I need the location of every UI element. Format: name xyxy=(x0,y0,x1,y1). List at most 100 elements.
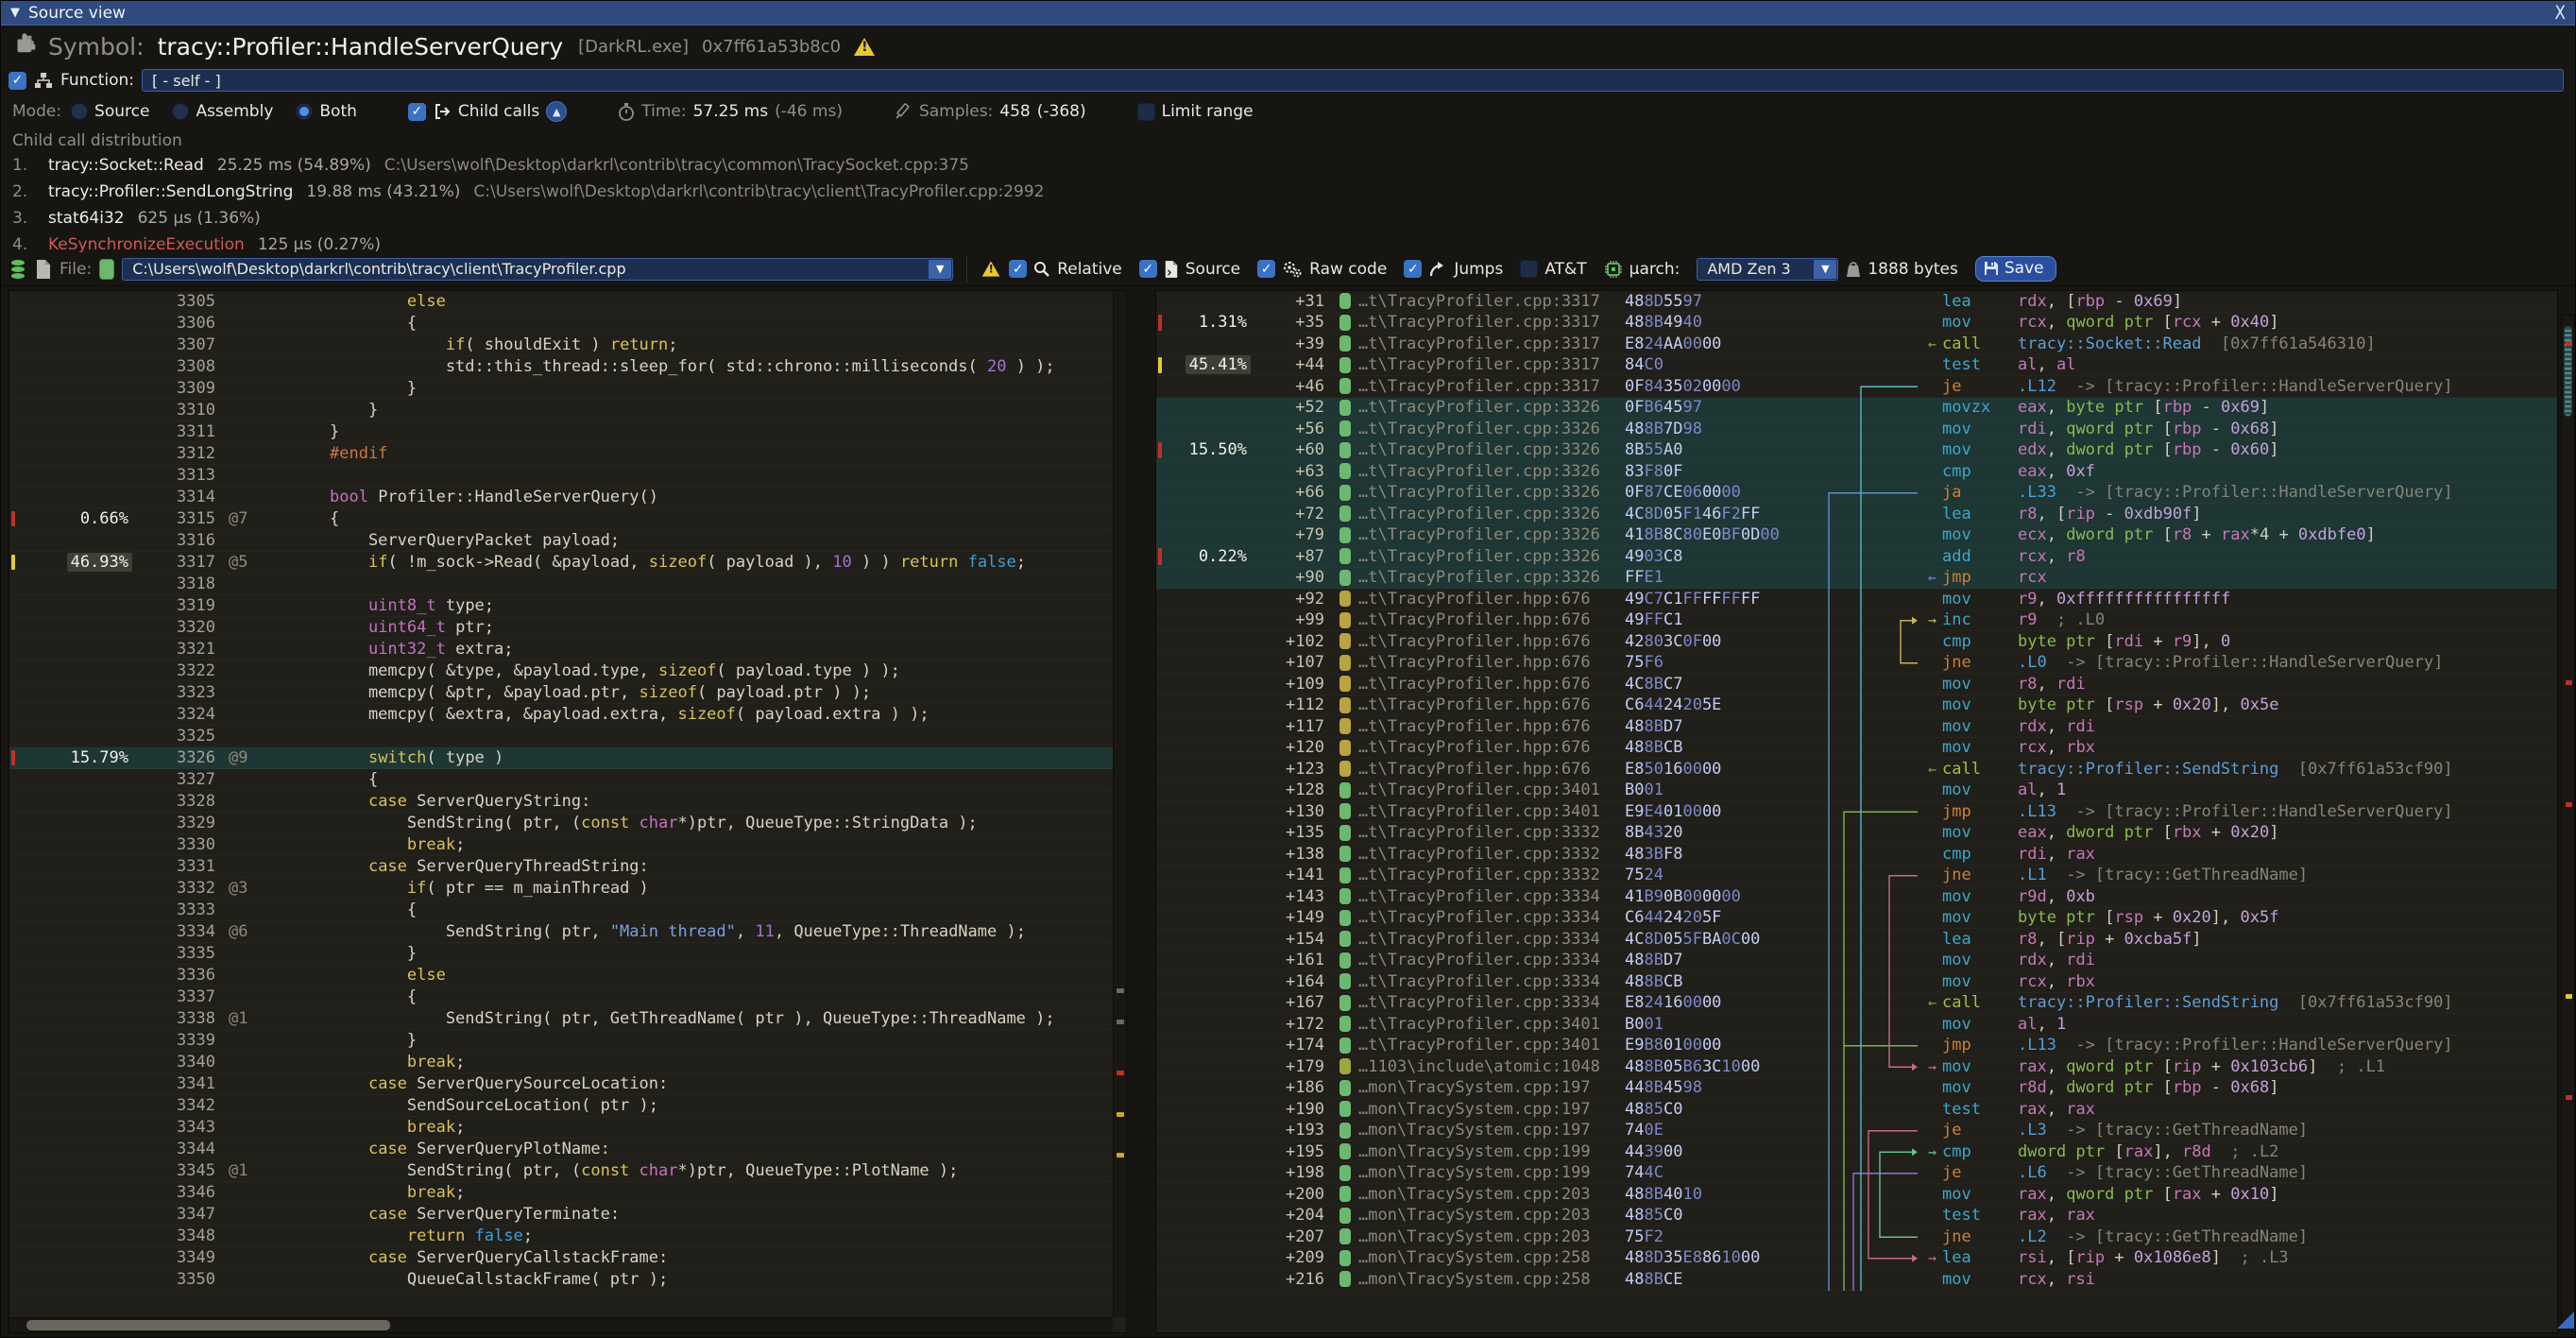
source-line-row[interactable]: 3350 QueueCallstackFrame( ptr ); xyxy=(9,1269,1113,1291)
asm-instruction-row[interactable]: +141…t\TracyProfiler.cpp:33327524jne.L1 … xyxy=(1156,866,2557,887)
child-calls-checkbox[interactable]: ✓ xyxy=(408,103,426,121)
source-line-row[interactable]: 3324 memcpy( &extra, &payload.extra, siz… xyxy=(9,704,1113,726)
source-line-row[interactable]: 3348 return false; xyxy=(9,1226,1113,1247)
source-line-row[interactable]: 3329 SendString( ptr, (const char*)ptr, … xyxy=(9,813,1113,834)
source-line-row[interactable]: 3309 } xyxy=(9,378,1113,400)
asm-instruction-row[interactable]: +107…t\TracyProfiler.hpp:67675F6jne.L0 -… xyxy=(1156,653,2557,675)
source-line-row[interactable]: 3318 xyxy=(9,574,1113,595)
source-line-row[interactable]: 3323 memcpy( &ptr, &payload.ptr, sizeof(… xyxy=(9,682,1113,704)
att-toggle[interactable]: AT&T xyxy=(1520,260,1586,279)
source-line-row[interactable]: 3333 { xyxy=(9,900,1113,921)
source-line-row[interactable]: 3349 case ServerQueryCallstackFrame: xyxy=(9,1247,1113,1269)
source-horizontal-scrollbar[interactable] xyxy=(9,1317,1113,1332)
source-line-row[interactable]: 3335 } xyxy=(9,943,1113,965)
radio-source-circle[interactable] xyxy=(71,103,88,120)
jumps-toggle[interactable]: ✓ Jumps xyxy=(1404,260,1503,279)
uarch-dropdown-icon[interactable]: ▼ xyxy=(1814,260,1836,279)
source-line-row[interactable]: 3305 else xyxy=(9,291,1113,313)
child-calls-toggle[interactable]: ✓ Child calls ▲ xyxy=(408,101,567,122)
source-line-row[interactable]: 3336 else xyxy=(9,965,1113,986)
title-bar[interactable]: ▼ Source view X xyxy=(1,1,2575,26)
source-line-row[interactable]: 3312#endif xyxy=(9,443,1113,465)
child-call-entry[interactable]: 2.tracy::Profiler::SendLongString19.88 m… xyxy=(12,179,2575,205)
asm-instruction-row[interactable]: +31…t\TracyProfiler.cpp:3317488D5597lear… xyxy=(1156,291,2557,313)
asm-instruction-row[interactable]: +63…t\TracyProfiler.cpp:332683F80Fcmpeax… xyxy=(1156,461,2557,483)
function-checkbox[interactable]: ✓ xyxy=(9,72,26,90)
source-line-row[interactable]: 3340 break; xyxy=(9,1052,1113,1073)
asm-instruction-row[interactable]: +130…t\TracyProfiler.cpp:3401E9E4010000j… xyxy=(1156,801,2557,823)
collapse-icon[interactable]: ▼ xyxy=(10,6,20,20)
att-checkbox[interactable] xyxy=(1520,260,1538,278)
source-line-row[interactable]: 3342 SendSourceLocation( ptr ); xyxy=(9,1095,1113,1117)
radio-both[interactable]: Both xyxy=(296,102,357,121)
asm-instruction-row[interactable]: +193…mon\TracySystem.cpp:197740Eje.L3 ->… xyxy=(1156,1121,2557,1142)
asm-instruction-row[interactable]: +190…mon\TracySystem.cpp:1974885C0testra… xyxy=(1156,1099,2557,1121)
source-line-row[interactable]: 3332@3 if( ptr == m_mainThread ) xyxy=(9,878,1113,900)
asm-instruction-row[interactable]: 0.22%+87…t\TracyProfiler.cpp:33264903C8a… xyxy=(1156,546,2557,568)
asm-instruction-row[interactable]: +135…t\TracyProfiler.cpp:33328B4320movea… xyxy=(1156,823,2557,845)
rawcode-toggle[interactable]: ✓ Raw code xyxy=(1257,260,1387,279)
source-line-row[interactable]: 3347 case ServerQueryTerminate: xyxy=(9,1204,1113,1226)
asm-instruction-row[interactable]: +90…t\TracyProfiler.cpp:3326FFE1←jmprcx xyxy=(1156,568,2557,590)
asm-instruction-row[interactable]: +120…t\TracyProfiler.hpp:676488BCBmovrcx… xyxy=(1156,738,2557,760)
asm-instruction-row[interactable]: +52…t\TracyProfiler.cpp:33260FB64597movz… xyxy=(1156,398,2557,420)
asm-instruction-row[interactable]: +209…mon\TracySystem.cpp:258488D35E88610… xyxy=(1156,1248,2557,1270)
source-line-row[interactable]: 3319 uint8_t type; xyxy=(9,595,1113,617)
asm-instruction-row[interactable]: +179…1103\include\atomic:1048488B05B63C1… xyxy=(1156,1056,2557,1078)
source-line-row[interactable]: 3316 ServerQueryPacket payload; xyxy=(9,530,1113,552)
source-line-row[interactable]: 3339 } xyxy=(9,1030,1113,1052)
asm-instruction-row[interactable]: +143…t\TracyProfiler.cpp:333441B90B00000… xyxy=(1156,886,2557,908)
resize-grip-icon[interactable] xyxy=(2557,1312,2574,1329)
asm-instruction-row[interactable]: +167…t\TracyProfiler.cpp:3334E824160000←… xyxy=(1156,993,2557,1015)
asm-instruction-row[interactable]: +164…t\TracyProfiler.cpp:3334488BCBmovrc… xyxy=(1156,971,2557,993)
save-button[interactable]: Save xyxy=(1975,256,2056,282)
asm-instruction-row[interactable]: 45.41%+44…t\TracyProfiler.cpp:331784C0te… xyxy=(1156,355,2557,377)
asm-instruction-row[interactable]: +149…t\TracyProfiler.cpp:3334C64424205Fm… xyxy=(1156,908,2557,930)
asm-vertical-scrollbar[interactable] xyxy=(2561,315,2575,1329)
relative-toggle[interactable]: ✓ Relative xyxy=(1009,260,1122,279)
source-line-row[interactable]: 3341 case ServerQuerySourceLocation: xyxy=(9,1073,1113,1095)
source-line-row[interactable]: 0.66%3315@7{ xyxy=(9,508,1113,530)
close-icon[interactable]: X xyxy=(2554,2,2566,24)
hscroll-thumb[interactable] xyxy=(26,1320,390,1330)
child-call-entry[interactable]: 4.KeSynchronizeExecution125 μs (0.27%) xyxy=(12,232,2575,252)
child-call-entry[interactable]: 3.stat64i32625 μs (1.36%) xyxy=(12,205,2575,232)
collapse-samples-button[interactable]: ▲ xyxy=(546,101,567,122)
source-line-row[interactable]: 3330 break; xyxy=(9,834,1113,856)
asm-instruction-row[interactable]: +138…t\TracyProfiler.cpp:3332483BF8cmprd… xyxy=(1156,844,2557,866)
asm-instruction-row[interactable]: +186…mon\TracySystem.cpp:197448B4598movr… xyxy=(1156,1078,2557,1100)
source-line-row[interactable]: 3322 memcpy( &type, &payload.type, sizeo… xyxy=(9,660,1113,682)
source-line-row[interactable]: 3320 uint64_t ptr; xyxy=(9,617,1113,639)
asm-instruction-row[interactable]: +128…t\TracyProfiler.cpp:3401B001moval, … xyxy=(1156,780,2557,802)
asm-instruction-row[interactable]: +92…t\TracyProfiler.hpp:67649C7C1FFFFFFF… xyxy=(1156,589,2557,610)
radio-both-circle[interactable] xyxy=(296,103,313,120)
asm-instruction-row[interactable]: +195…mon\TracySystem.cpp:199443900→cmpdw… xyxy=(1156,1141,2557,1163)
limit-range-toggle[interactable]: Limit range xyxy=(1137,102,1254,121)
child-call-entry[interactable]: 1.tracy::Socket::Read25.25 ms (54.89%)C:… xyxy=(12,152,2575,179)
source-line-row[interactable]: 3337 { xyxy=(9,986,1113,1008)
asm-instruction-row[interactable]: 15.50%+60…t\TracyProfiler.cpp:33268B55A0… xyxy=(1156,440,2557,462)
asm-instruction-row[interactable]: +79…t\TracyProfiler.cpp:3326418B8C80E0BF… xyxy=(1156,525,2557,547)
source-checkbox[interactable]: ✓ xyxy=(1139,260,1157,278)
asm-instruction-row[interactable]: +172…t\TracyProfiler.cpp:3401B001moval, … xyxy=(1156,1014,2557,1036)
source-line-row[interactable]: 3331 case ServerQueryThreadString: xyxy=(9,856,1113,878)
asm-instruction-row[interactable]: +72…t\TracyProfiler.cpp:33264C8D05F146F2… xyxy=(1156,504,2557,525)
source-vertical-scrollbar[interactable] xyxy=(1113,291,1126,1317)
asm-instruction-row[interactable]: +66…t\TracyProfiler.cpp:33260F87CE060000… xyxy=(1156,483,2557,505)
radio-source[interactable]: Source xyxy=(71,102,149,121)
radio-assembly[interactable]: Assembly xyxy=(172,102,273,121)
source-line-row[interactable]: 3327 { xyxy=(9,769,1113,791)
source-line-row[interactable]: 3325 xyxy=(9,726,1113,747)
source-line-row[interactable]: 3343 break; xyxy=(9,1117,1113,1139)
asm-instruction-row[interactable]: +123…t\TracyProfiler.hpp:676E850160000←c… xyxy=(1156,759,2557,780)
source-line-row[interactable]: 3328 case ServerQueryString: xyxy=(9,791,1113,813)
asm-instruction-row[interactable]: +99…t\TracyProfiler.hpp:67649FFC1→incr9 … xyxy=(1156,610,2557,632)
file-dropdown-icon[interactable]: ▼ xyxy=(929,260,951,279)
asm-instruction-row[interactable]: 1.31%+35…t\TracyProfiler.cpp:3317488B494… xyxy=(1156,313,2557,334)
asm-instruction-row[interactable]: +39…t\TracyProfiler.cpp:3317E824AA0000←c… xyxy=(1156,334,2557,355)
asm-instruction-row[interactable]: +200…mon\TracySystem.cpp:203488B4010movr… xyxy=(1156,1184,2557,1206)
asm-instruction-row[interactable]: +216…mon\TracySystem.cpp:258488BCEmovrcx… xyxy=(1156,1269,2557,1291)
source-line-row[interactable]: 3306 { xyxy=(9,313,1113,334)
jumps-checkbox[interactable]: ✓ xyxy=(1404,260,1422,278)
asm-instruction-row[interactable]: +56…t\TracyProfiler.cpp:3326488B7D98movr… xyxy=(1156,419,2557,440)
